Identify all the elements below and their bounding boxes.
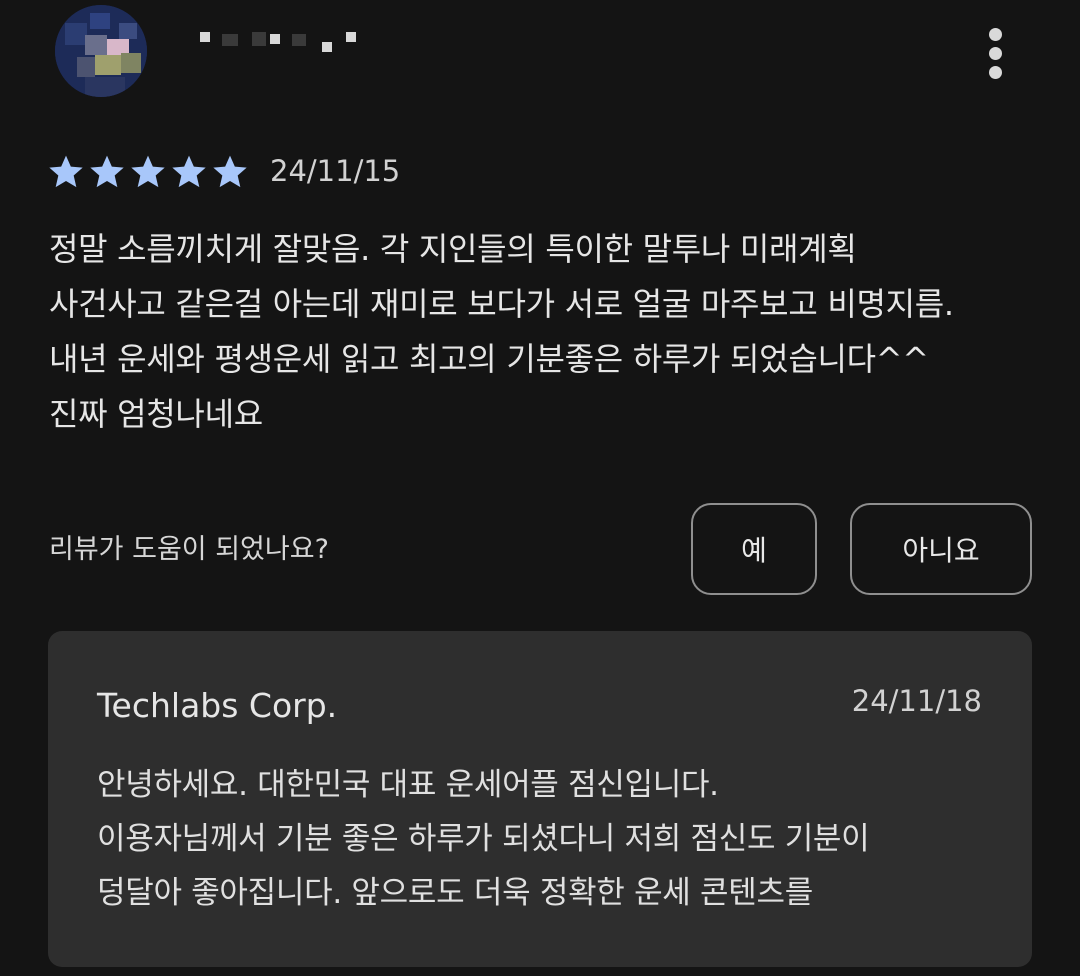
helpful-no-label: 아니요: [902, 534, 980, 567]
developer-reply-line: 안녕하세요. 대한민국 대표 운세어플 점신입니다.: [97, 767, 719, 803]
star-icon: [131, 155, 165, 188]
star-rating: [46, 150, 251, 194]
review-text-line: 내년 운세와 평생운세 읽고 최고의 기분좋은 하루가 되었습니다^^: [49, 340, 929, 378]
developer-reply-line: 이용자님께서 기분 좋은 하루가 되셨다니 저희 점신도 기분이: [97, 821, 870, 857]
reviewer-avatar: [55, 5, 147, 97]
helpful-question: 리뷰가 도움이 되었나요?: [49, 534, 329, 565]
reviewer-name: [200, 30, 370, 52]
review-date: 24/11/15: [270, 154, 401, 188]
helpful-no-button[interactable]: 아니요: [850, 503, 1032, 595]
star-icon: [49, 155, 83, 188]
star-icon: [213, 155, 247, 188]
review-text-line: 정말 소름끼치게 잘맞음. 각 지인들의 특이한 말투나 미래계획: [49, 230, 857, 268]
developer-reply-card: Techlabs Corp. 24/11/18 안녕하세요. 대한민국 대표 운…: [48, 631, 1032, 967]
developer-reply-date: 24/11/18: [851, 684, 982, 718]
more-options-button[interactable]: [972, 24, 1020, 84]
developer-reply-line: 덩달아 좋아집니다. 앞으로도 더욱 정확한 운세 콘텐츠를: [97, 875, 813, 911]
review-text-line: 사건사고 같은걸 아는데 재미로 보다가 서로 얼굴 마주보고 비명지름.: [49, 285, 954, 323]
review-text-line: 진짜 엄청나네요: [49, 395, 263, 433]
helpful-yes-label: 예: [741, 534, 767, 567]
star-icon: [172, 155, 206, 188]
developer-name: Techlabs Corp.: [97, 686, 338, 725]
helpful-yes-button[interactable]: 예: [691, 503, 817, 595]
review-text: 정말 소름끼치게 잘맞음. 각 지인들의 특이한 말투나 미래계획 사건사고 같…: [49, 222, 1049, 442]
developer-reply-text: 안녕하세요. 대한민국 대표 운세어플 점신입니다. 이용자님께서 기분 좋은 …: [97, 758, 997, 920]
star-icon: [90, 155, 124, 188]
